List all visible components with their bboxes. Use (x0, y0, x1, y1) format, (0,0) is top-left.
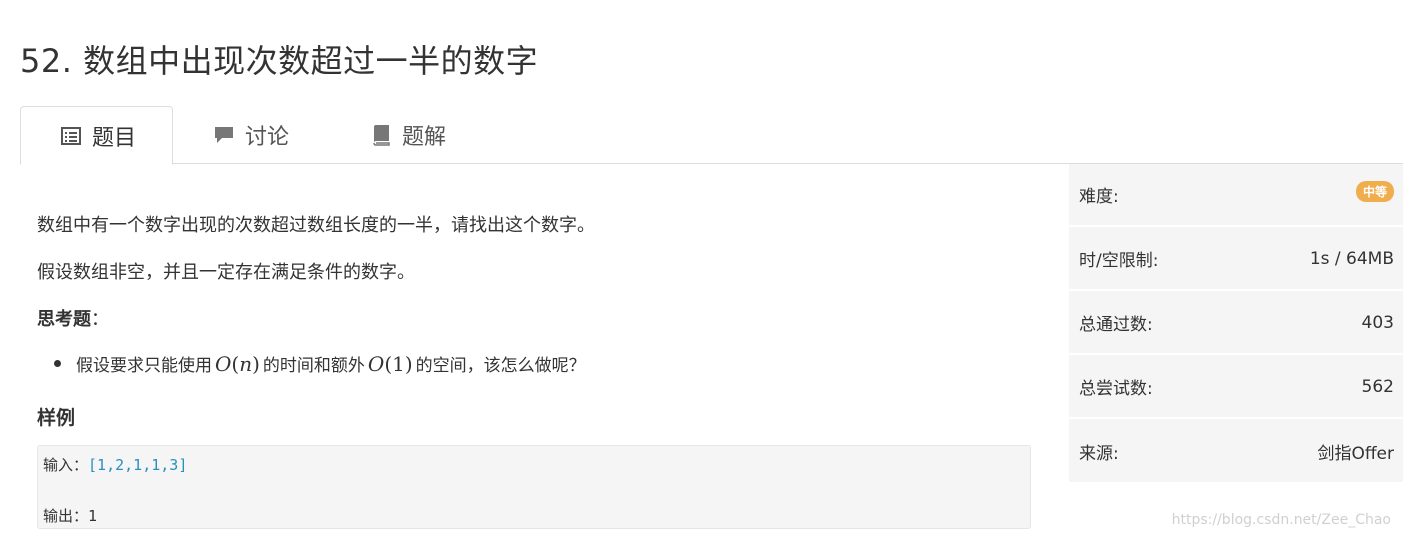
passed-value: 403 (1361, 312, 1394, 333)
bullet-text-after: 的空间，该怎么做呢？ (415, 356, 586, 376)
limit-value: 1s / 64MB (1309, 248, 1394, 269)
difficulty-badge: 中等 (1355, 181, 1394, 202)
example-heading: 样例 (37, 407, 76, 429)
think-colon: ： (91, 309, 109, 330)
tab-problem-label: 题目 (92, 125, 137, 151)
example-input-value: [1,2,1,1,3] (88, 456, 188, 474)
tab-solution[interactable]: 题解 (370, 106, 446, 164)
book-icon (370, 124, 392, 146)
page-title: 52. 数组中出现次数超过一半的数字 (20, 42, 539, 80)
attempts-label: 总尝试数: (1079, 379, 1153, 399)
limit-row: 时/空限制: 1s / 64MB (1069, 228, 1403, 291)
example-input-label: 输入： (43, 456, 89, 474)
think-bullet: 假设要求只能使用 O(n) 的时间和额外 O(1) 的空间，该怎么做呢？ (54, 351, 586, 376)
bullet-text-middle: 的时间和额外 (262, 356, 365, 376)
example-output-value: 1 (88, 507, 98, 525)
math-o-1: O(1) (367, 352, 413, 376)
tab-discussion-label: 讨论 (245, 125, 290, 150)
source-label: 来源: (1079, 444, 1119, 464)
tab-discussion[interactable]: 讨论 (213, 106, 289, 164)
comment-icon (213, 124, 235, 146)
limit-label: 时/空限制: (1079, 251, 1159, 271)
bullet-dot (54, 360, 61, 367)
tab-bar: 题目 讨论 题解 (20, 106, 1403, 165)
tab-solution-label: 题解 (402, 125, 447, 150)
think-heading: 思考题： (37, 305, 109, 331)
source-row: 来源: 剑指Offer (1069, 420, 1403, 483)
example-code-block: 输入：[1,2,1,1,3] 输出：1 (37, 445, 1031, 529)
example-input-line: 输入：[1,2,1,1,3] (43, 454, 187, 475)
source-value: 剑指Offer (1317, 444, 1394, 464)
example-output-line: 输出：1 (43, 505, 97, 526)
think-label: 思考题 (37, 309, 91, 330)
passed-label: 总通过数: (1079, 315, 1153, 335)
bullet-text-before: 假设要求只能使用 (76, 356, 212, 376)
attempts-row: 总尝试数: 562 (1069, 356, 1403, 419)
watermark: https://blog.csdn.net/Zee_Chao (1171, 512, 1391, 528)
example-output-label: 输出： (43, 507, 89, 525)
tab-problem[interactable]: 题目 (20, 106, 173, 165)
passed-row: 总通过数: 403 (1069, 292, 1403, 355)
problem-assumption: 假设数组非空，并且一定存在满足条件的数字。 (37, 262, 415, 283)
math-o-n: O(n) (215, 352, 260, 376)
difficulty-row: 难度: 中等 (1069, 164, 1403, 227)
list-icon (60, 125, 82, 147)
problem-info-panel: 难度: 中等 时/空限制: 1s / 64MB 总通过数: 403 总尝试数: … (1069, 164, 1403, 482)
problem-description: 数组中有一个数字出现的次数超过数组长度的一半，请找出这个数字。 (37, 215, 595, 236)
difficulty-label: 难度: (1079, 187, 1119, 207)
attempts-value: 562 (1361, 376, 1394, 397)
